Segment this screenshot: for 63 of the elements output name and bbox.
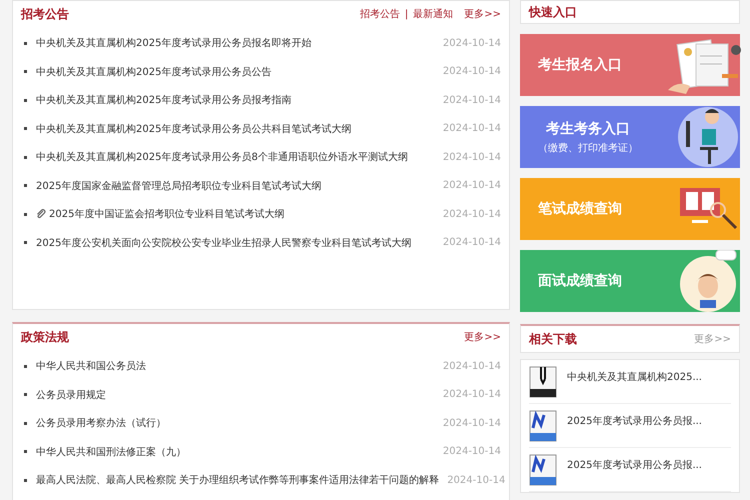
document-file-icon <box>529 410 557 442</box>
bullet-icon <box>24 70 27 74</box>
date-text: 2024-10-14 <box>442 389 501 400</box>
date-text: 2024-10-14 <box>442 360 501 372</box>
bullet-icon <box>24 478 27 482</box>
zip-file-icon <box>529 366 557 398</box>
bullet-icon <box>24 450 27 454</box>
bullet-icon <box>24 127 27 130</box>
news-link[interactable]: 中央机关及其直属机构2025年度考试录用公务员公告 <box>36 64 435 79</box>
news-link[interactable]: 中央机关及其直属机构2025年度考试录用公务员8个非通用语职位外语水平测试大纲 <box>36 150 435 164</box>
category-link[interactable]: 最新通知 <box>413 7 454 21</box>
date-text: 2024-10-14 <box>442 123 501 134</box>
news-link[interactable]: 2025年度中国证监会招考职位专业科目笔试考试大纲 <box>49 207 435 222</box>
bullet-icon <box>24 42 27 45</box>
banner-sublabel: （缴费、打印准考证） <box>538 142 638 154</box>
news-link[interactable]: 最高人民法院、最高人民检察院 关于办理组织考试作弊等刑事案件适用法律若干问题的解释 <box>36 473 440 488</box>
news-link[interactable]: 中央机关及其直属机构2025年度考试录用公务员报考指南 <box>36 93 435 108</box>
date-text: 2024-10-14 <box>442 66 501 78</box>
illustration-drawing <box>680 250 737 312</box>
document-file-icon <box>529 454 557 486</box>
section-title: 招考公告 <box>21 6 69 22</box>
bullet-icon <box>24 156 27 159</box>
news-link[interactable]: 2025年度国家金融监督管理总局招考职位专业科目笔试考试大纲 <box>36 178 435 193</box>
more-link[interactable]: 更多>> <box>464 7 501 21</box>
news-link[interactable]: 2025年度公安机关面向公安院校公安专业毕业生招录人民警察专业科目笔试考试大纲 <box>36 236 435 250</box>
illustration-drawing <box>680 188 739 230</box>
date-text: 2024-10-14 <box>442 94 501 106</box>
banner-label: 考生考务入口 <box>546 120 630 138</box>
date-text: 2024-10-14 <box>442 38 501 49</box>
bullet-icon <box>24 184 27 188</box>
date-text: 2024-10-14 <box>447 474 506 486</box>
banner-label: 笔试成绩查询 <box>538 200 622 218</box>
banner-label: 考生报名入口 <box>538 56 622 74</box>
download-link[interactable]: 2025年度考试录用公务员报... <box>567 458 702 472</box>
download-link[interactable]: 中央机关及其直属机构2025... <box>567 370 702 384</box>
section-title: 政策法规 <box>21 328 69 346</box>
bullet-icon <box>24 393 27 396</box>
date-text: 2024-10-14 <box>442 208 501 220</box>
section-title: 快速入口 <box>529 4 577 20</box>
section-title: 相关下载 <box>529 330 577 348</box>
bullet-icon <box>24 422 27 425</box>
news-link[interactable]: 公务员录用规定 <box>36 388 435 402</box>
date-text: 2024-10-14 <box>442 152 501 163</box>
more-link[interactable]: 更多>> <box>464 330 501 344</box>
banner-label: 面试成绩查询 <box>538 272 622 290</box>
date-text: 2024-10-14 <box>442 446 501 458</box>
date-text: 2024-10-14 <box>442 180 501 192</box>
bullet-icon <box>24 98 27 102</box>
bullet-icon <box>24 212 27 216</box>
news-link[interactable]: 中央机关及其直属机构2025年度考试录用公务员公共科目笔试考试大纲 <box>36 122 435 136</box>
entry-banner[interactable]: 考生考务入口 （缴费、打印准考证） <box>520 106 740 168</box>
bullet-icon <box>24 364 27 368</box>
news-link[interactable]: 中华人民共和国公务员法 <box>36 359 435 374</box>
date-text: 2024-10-14 <box>442 418 501 429</box>
download-link[interactable]: 2025年度考试录用公务员报... <box>567 414 702 428</box>
news-link[interactable]: 公务员录用考察办法（试行） <box>36 416 435 430</box>
illustration-drawing <box>678 107 738 167</box>
category-link[interactable]: 招考公告 <box>360 7 400 21</box>
news-link[interactable]: 中华人民共和国刑法修正案（九） <box>36 444 435 459</box>
date-text: 2024-10-14 <box>442 237 501 248</box>
bullet-icon <box>24 241 27 244</box>
separator: | <box>404 8 408 20</box>
news-link[interactable]: 中央机关及其直属机构2025年度考试录用公务员报名即将开始 <box>36 36 435 50</box>
